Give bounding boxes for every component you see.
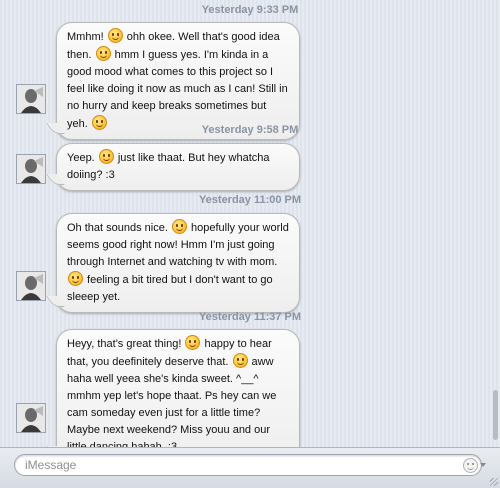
contact-avatar[interactable] [16,154,46,184]
avatar-photo-icon [17,404,45,432]
message-text: Yeep. [67,152,98,164]
message-text: feeling a bit tired but I don't want to … [67,274,273,303]
avatar-photo-icon [17,155,45,183]
contact-avatar[interactable] [16,271,46,301]
timestamp: Yesterday 9:58 PM [201,124,299,136]
contact-avatar[interactable] [16,84,46,114]
smiley-emoji-icon [232,353,248,368]
message-bubble[interactable]: Oh that sounds nice. hopefully your worl… [56,213,300,313]
smiley-emoji-icon [95,46,111,61]
smiley-emoji-icon [107,28,123,43]
chevron-down-icon[interactable] [480,463,486,467]
message-text: aww haha well yeea she's kinda sweet. ^_… [67,356,277,453]
timestamp: Yesterday 11:00 PM [198,194,302,206]
smiley-emoji-icon [185,335,201,350]
timestamp: Yesterday 11:37 PM [198,311,302,323]
conversation-transcript: Yesterday 9:33 PM Mmhm! ohh okee. Well t… [0,0,500,463]
avatar-photo-icon [17,272,45,300]
message-text: Oh that sounds nice. [67,222,171,234]
message-bubble[interactable]: Heyy, that's great thing! happy to hear … [56,329,300,463]
compose-bar [0,447,500,488]
message-text: Mmhm! [67,31,107,43]
timestamp: Yesterday 9:33 PM [201,4,299,16]
scrollbar-track[interactable] [492,0,499,447]
smiley-emoji-icon [68,271,83,286]
emoji-picker-icon[interactable] [463,458,478,473]
resize-grip[interactable] [490,478,498,486]
message-text: Heyy, that's great thing! [67,338,185,350]
imessage-input[interactable] [14,454,482,476]
message-bubble[interactable]: Yeep. just like thaat. But hey whatcha d… [56,143,300,191]
smiley-emoji-icon [98,149,114,164]
avatar-photo-icon [17,85,45,113]
scrollbar-thumb[interactable] [493,390,498,440]
smiley-emoji-icon [171,219,187,234]
message-bubble[interactable]: Mmhm! ohh okee. Well that's good idea th… [56,22,300,140]
contact-avatar[interactable] [16,403,46,433]
